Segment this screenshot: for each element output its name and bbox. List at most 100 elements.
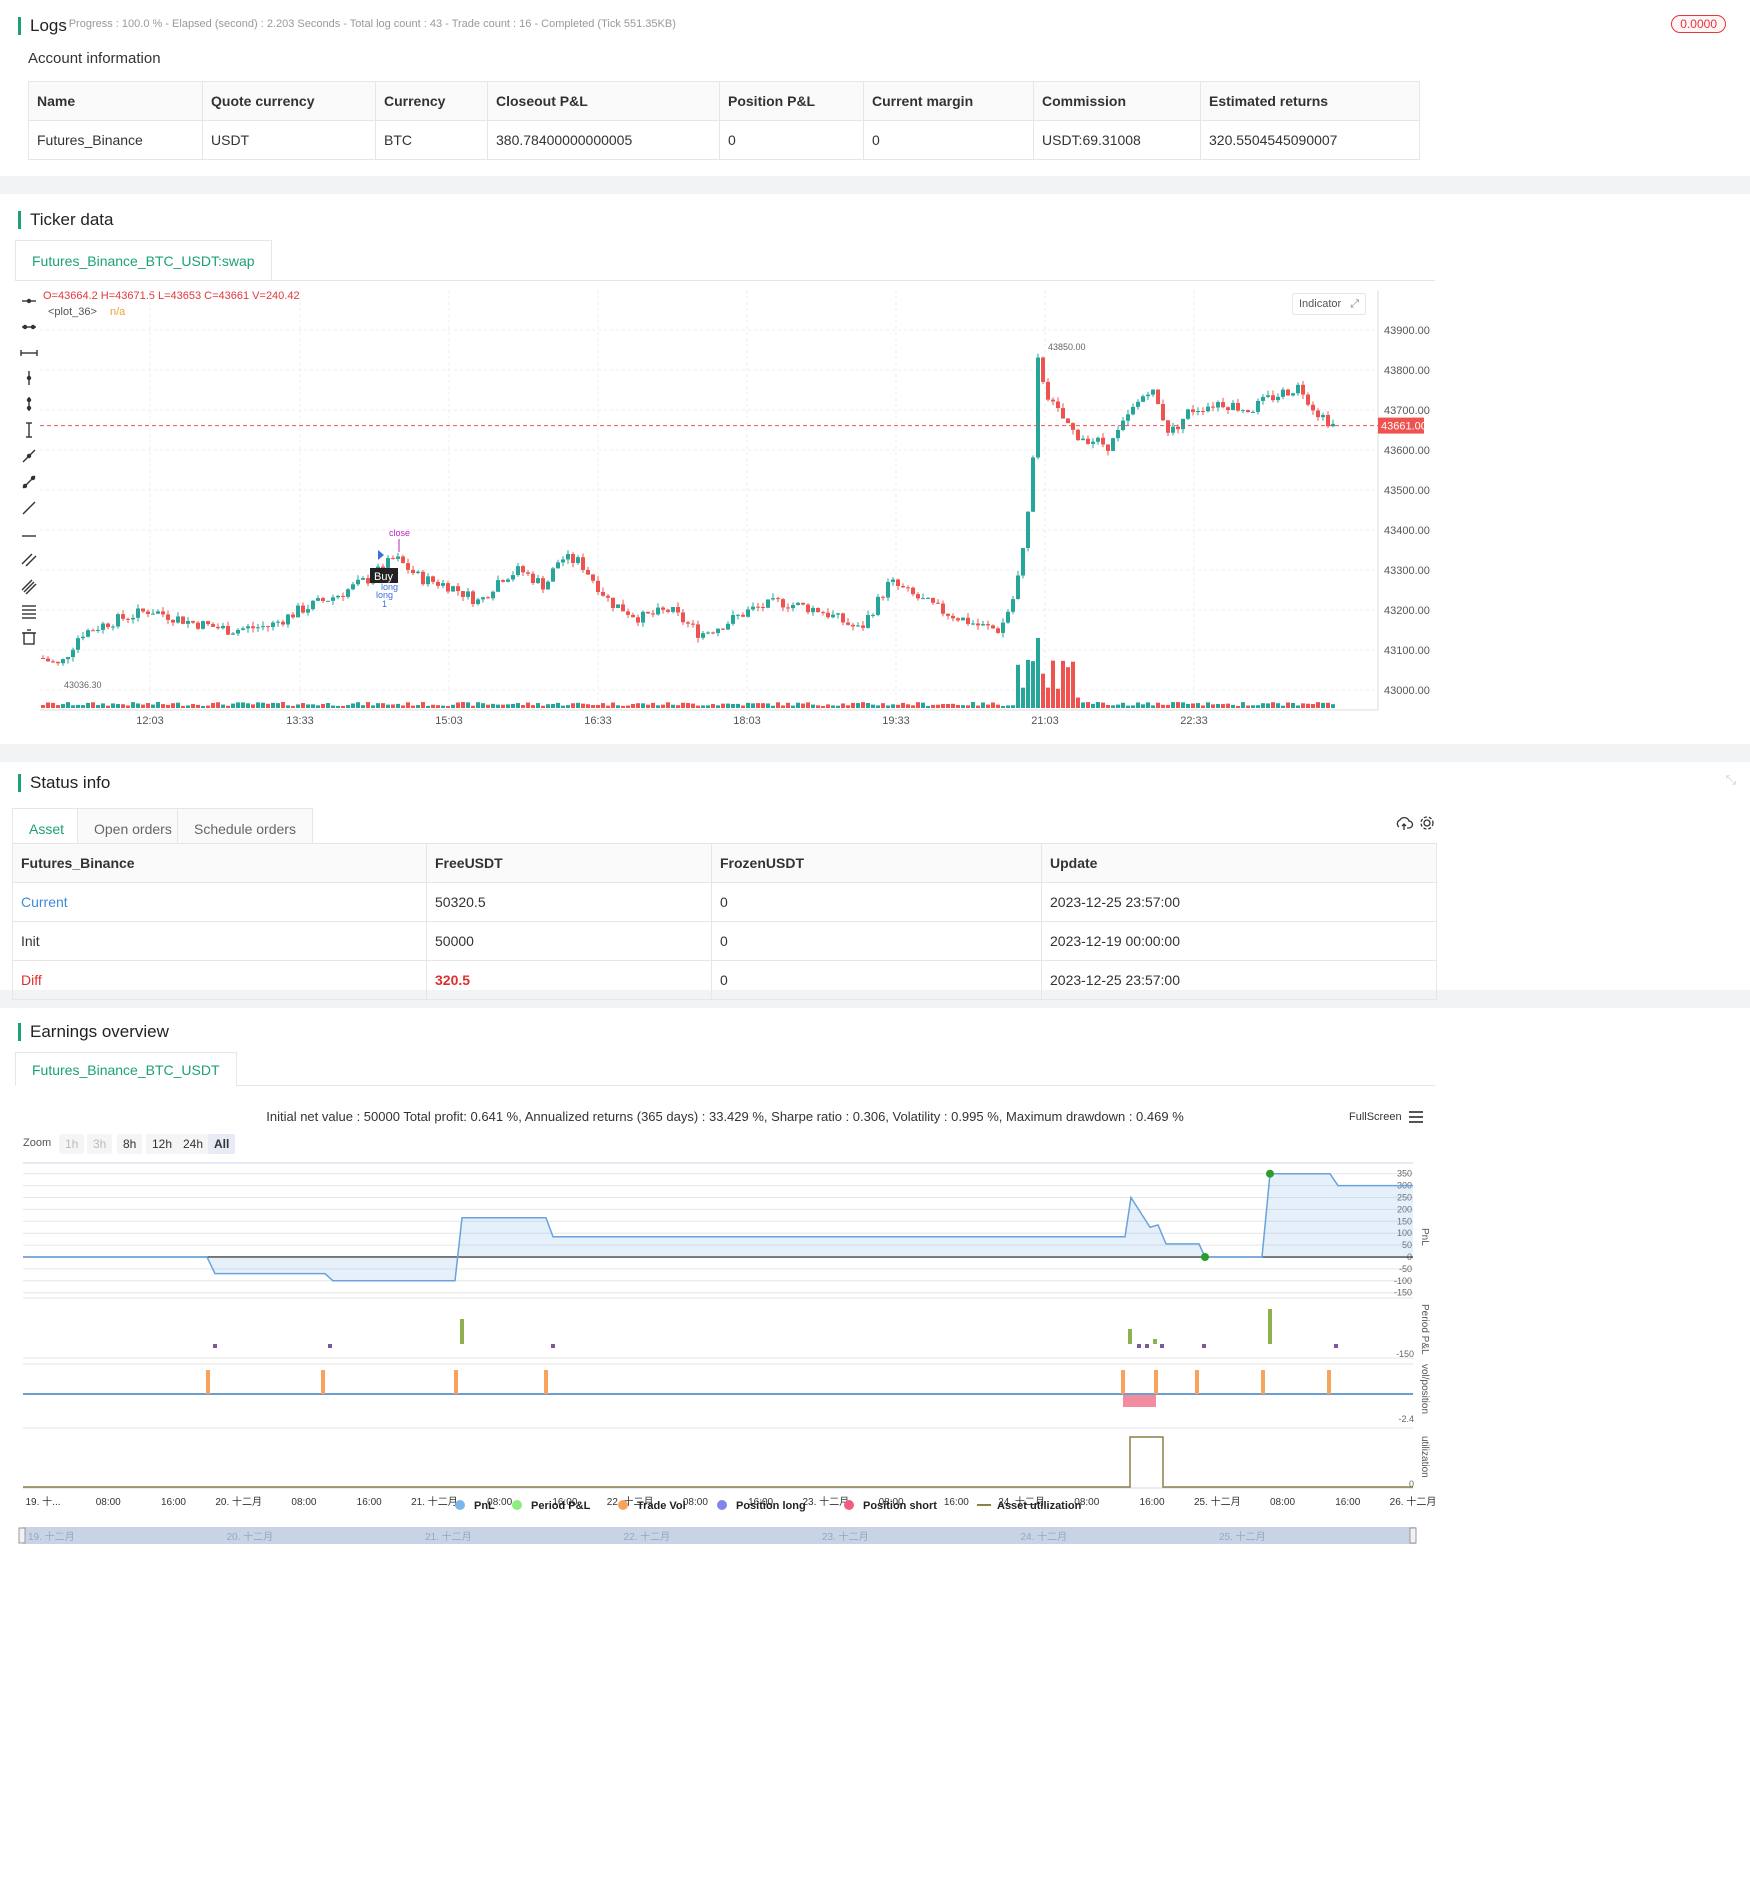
volume-bar	[1146, 702, 1150, 708]
candle-body	[191, 620, 195, 623]
volume-bar	[116, 704, 120, 708]
candle-body	[401, 556, 405, 564]
candle-body	[156, 611, 160, 614]
y-tick-label: 43100.00	[1384, 645, 1430, 657]
candle-body	[711, 632, 715, 634]
volume-bar	[946, 704, 950, 708]
candle-body	[731, 614, 735, 624]
candle-body	[311, 600, 315, 610]
earnings-chart[interactable]: 350300250200150100500-50-100-150PnL-150P…	[0, 1008, 1750, 1892]
candle-body	[96, 629, 100, 631]
cell-update: 2023-12-19 00:00:00	[1041, 921, 1437, 961]
volume-bar	[791, 705, 795, 708]
volume-bar	[421, 702, 425, 708]
volume-bar	[816, 705, 820, 708]
candle-body	[351, 584, 355, 590]
volume-bar	[786, 702, 790, 708]
volume-bar	[1126, 705, 1130, 708]
candle-body	[216, 626, 220, 629]
candle-body	[471, 591, 475, 605]
row-label-init: Init	[12, 921, 427, 961]
volume-bar	[86, 702, 90, 708]
gear-icon[interactable]	[1423, 819, 1431, 827]
tab-schedule-orders[interactable]: Schedule orders	[177, 808, 313, 848]
volume-bar	[156, 702, 160, 708]
volume-bar	[176, 702, 180, 708]
candle-body	[476, 599, 480, 605]
candle-body	[996, 628, 1000, 633]
volume-bar	[1091, 703, 1095, 708]
candle-body	[1201, 411, 1205, 413]
vol-min-label: -2.4	[1398, 1414, 1414, 1424]
candle-body	[596, 580, 600, 592]
volume-bar	[1106, 705, 1110, 708]
x-tick-label: 16:00	[1140, 1497, 1165, 1508]
cell-free: 50320.5	[426, 882, 712, 922]
candle-body	[661, 607, 665, 610]
volume-bar	[246, 703, 250, 708]
candle-body	[931, 597, 935, 603]
trade-vol-bar	[1154, 1370, 1158, 1394]
candle-body	[206, 621, 210, 625]
volume-bar	[966, 705, 970, 708]
tab-open-orders[interactable]: Open orders	[77, 808, 189, 848]
toolbar-icons	[1396, 816, 1434, 830]
candle-body	[566, 554, 570, 560]
volume-bar	[71, 705, 75, 708]
candle-body	[606, 595, 610, 598]
candle-body	[746, 609, 750, 617]
volume-bar	[936, 704, 940, 708]
col-current-margin: Current margin	[863, 81, 1034, 121]
legend-item: Position long	[736, 1500, 806, 1512]
row-label-current[interactable]: Current	[12, 882, 427, 922]
candle-body	[161, 611, 165, 615]
volume-bar	[1061, 660, 1065, 708]
volume-bar	[1246, 705, 1250, 708]
volume-bar	[661, 704, 665, 708]
pnl-axis-title: PnL	[1419, 1228, 1430, 1246]
candle-body	[441, 583, 445, 586]
volume-bar	[536, 703, 540, 708]
position-short-area	[1123, 1395, 1156, 1407]
candle-body	[1326, 414, 1330, 427]
volume-bar	[566, 705, 570, 708]
candle-body	[581, 557, 585, 570]
x-tick-label: 18:03	[733, 715, 761, 727]
candle-body	[1081, 438, 1085, 441]
volume-bar	[1301, 703, 1305, 708]
candle-body	[776, 598, 780, 600]
cloud-upload-icon[interactable]	[1396, 816, 1414, 829]
account-table-header: Name Quote currency Currency Closeout P&…	[28, 81, 1420, 121]
collapse-icon[interactable]: ⤡	[1726, 772, 1736, 788]
volume-bar	[1206, 702, 1210, 708]
trade-vol-bar	[454, 1370, 458, 1394]
candle-body	[986, 624, 990, 626]
legend-symbol	[717, 1500, 727, 1510]
volume-bar	[621, 705, 625, 708]
candle-body	[496, 580, 500, 592]
candle-body	[126, 618, 130, 620]
candle-body	[1116, 429, 1120, 439]
volume-bar	[576, 702, 580, 708]
candle-body	[166, 614, 170, 620]
volume-bar	[1181, 702, 1185, 708]
candle-body	[141, 608, 145, 612]
candle-body	[436, 581, 440, 586]
candlestick-chart[interactable]: 43900.00 43800.00 43700.00 43600.00 43500.00…	[0, 194, 1750, 744]
candle-body	[626, 611, 630, 615]
volume-bar	[241, 702, 245, 708]
asset-table: Futures_Binance FreeUSDT FrozenUSDT Upda…	[12, 843, 1437, 1000]
volume-bar	[381, 703, 385, 708]
candle-body	[801, 602, 805, 605]
candle-body	[876, 596, 880, 615]
candle-body	[276, 621, 280, 623]
candle-body	[121, 614, 125, 619]
volume-bar	[286, 705, 290, 708]
tab-asset[interactable]: Asset	[12, 808, 82, 848]
candle-body	[971, 623, 975, 625]
cell-frozen: 0	[711, 960, 1042, 1000]
volume-bar	[546, 704, 550, 708]
candle-body	[1071, 423, 1075, 430]
legend-item: Period P&L	[531, 1500, 591, 1512]
volume-bar	[686, 702, 690, 708]
